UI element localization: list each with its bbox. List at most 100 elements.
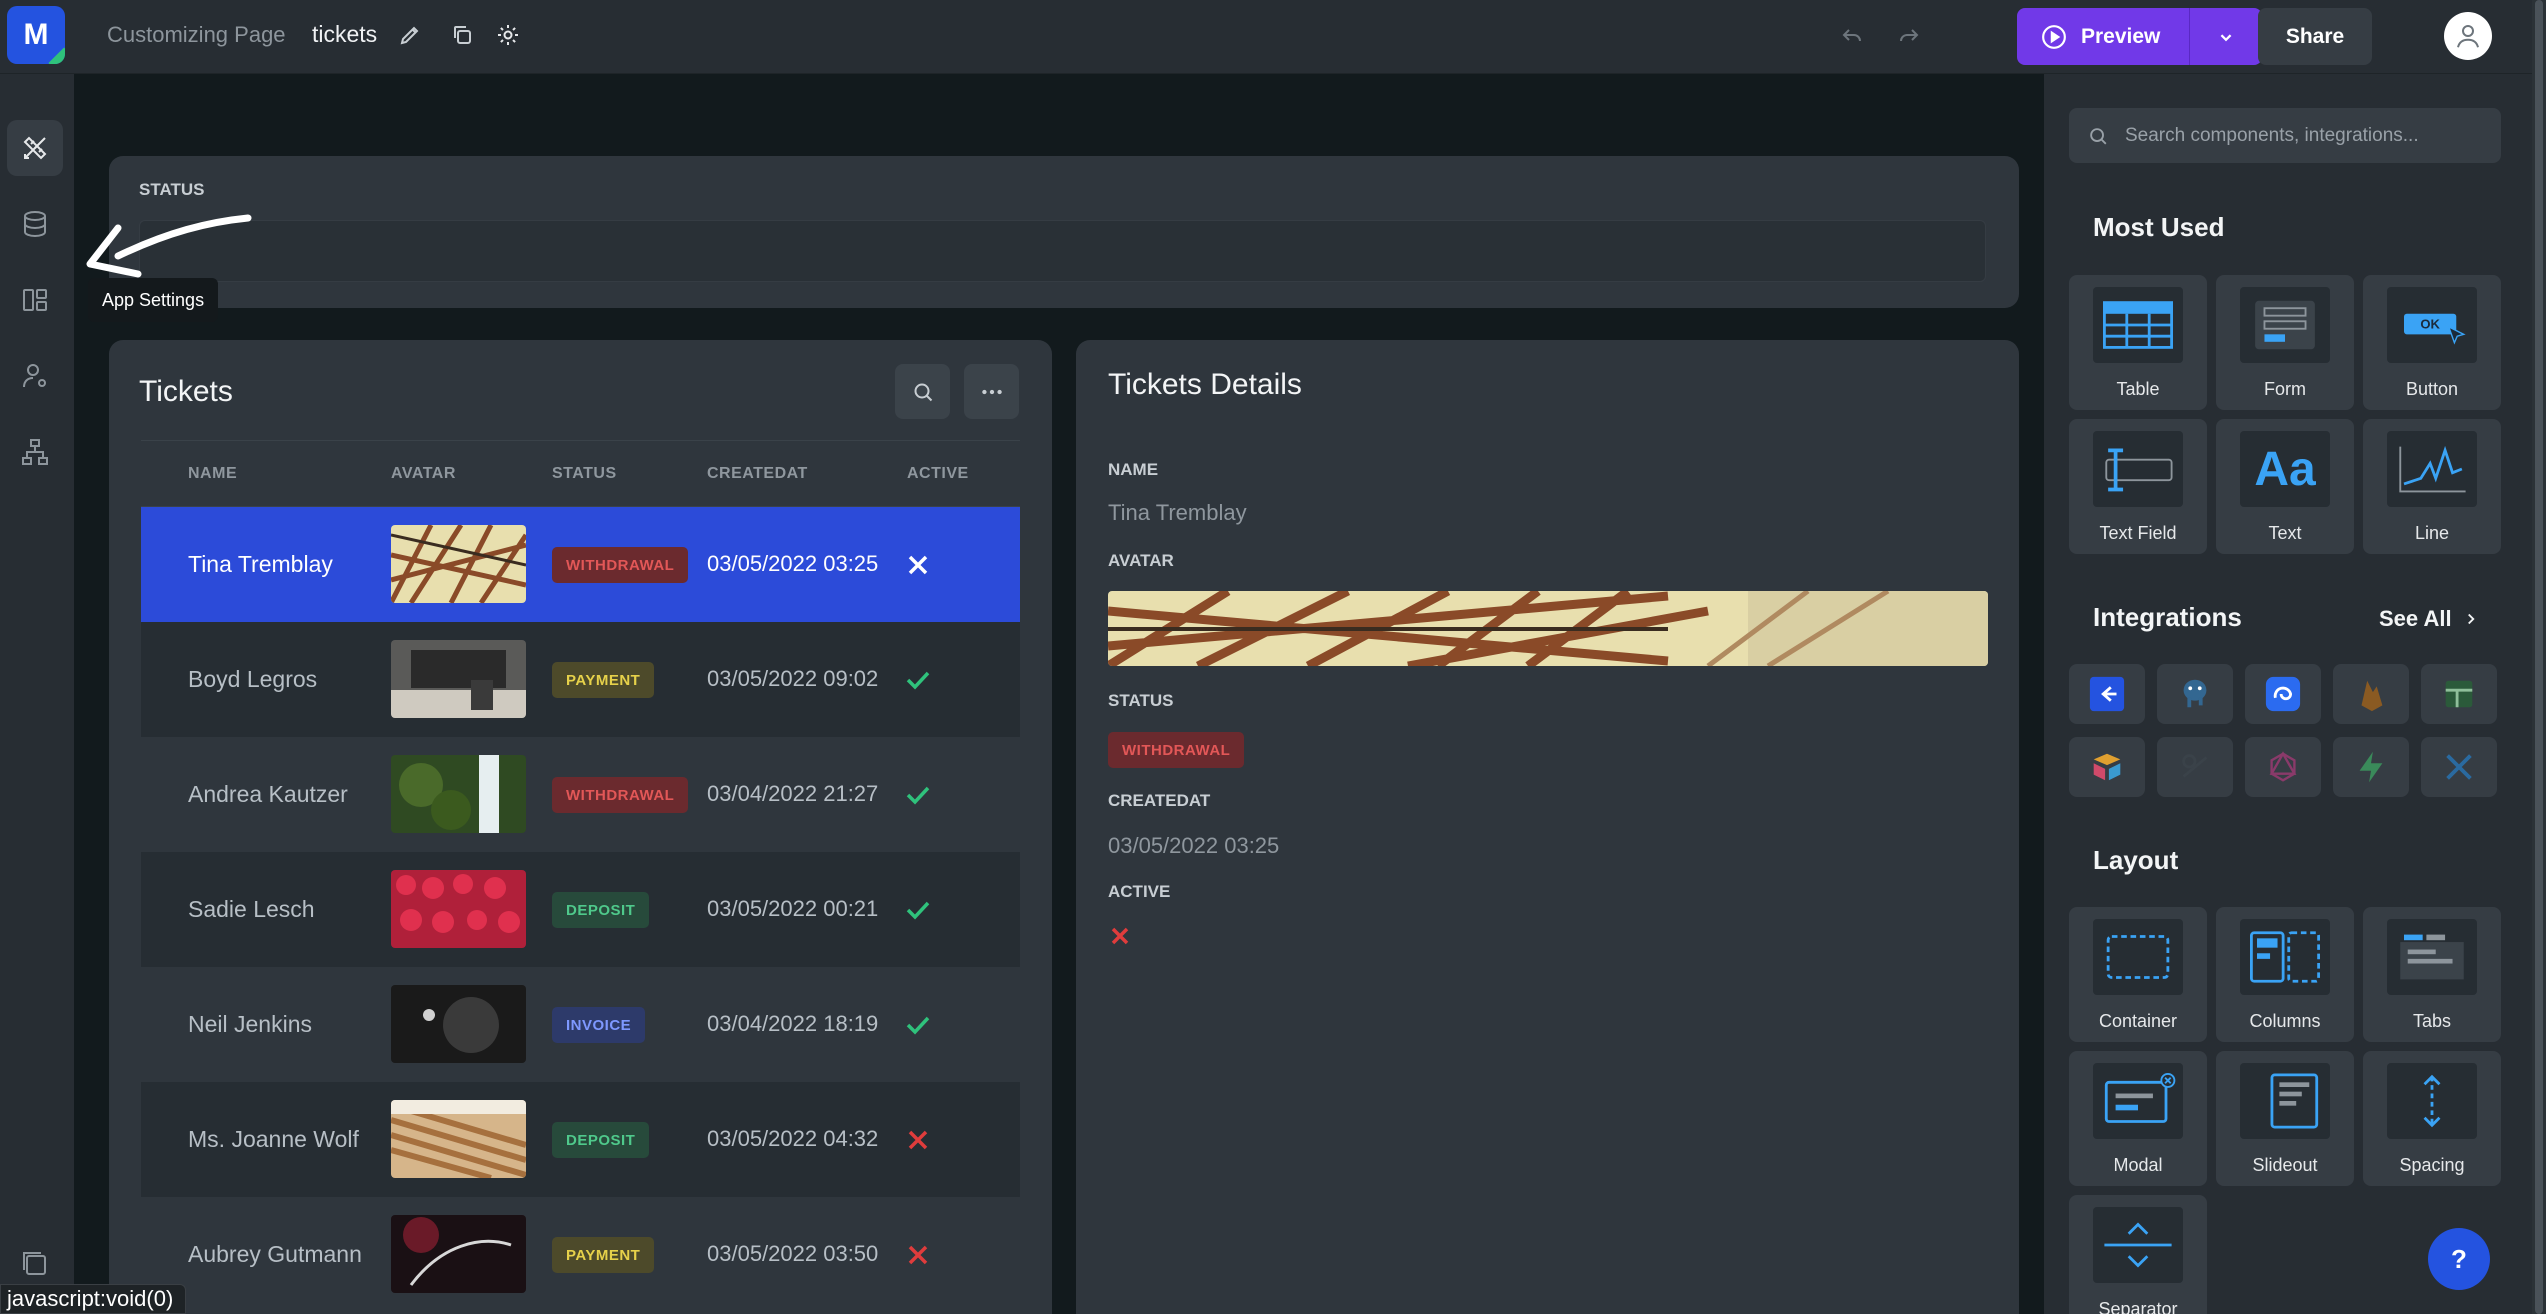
container-icon (2093, 919, 2183, 995)
table-row[interactable]: Neil Jenkins INVOICE 03/04/2022 18:19 (141, 967, 1020, 1082)
component-search[interactable] (2069, 108, 2501, 163)
preview-dropdown-button[interactable] (2190, 8, 2262, 65)
nav-app-settings-button[interactable] (7, 272, 63, 328)
integration-xray[interactable] (2421, 737, 2497, 797)
firebase-icon (2361, 680, 2383, 712)
play-circle-icon (2042, 24, 2066, 49)
details-avatar-image (1108, 591, 1988, 666)
cell-name: Sadie Lesch (188, 896, 315, 922)
component-label: Spacing (2399, 1155, 2465, 1175)
component-columns[interactable]: Columns (2216, 907, 2354, 1042)
user-avatar[interactable] (2444, 12, 2492, 60)
integration-graphql-alt[interactable] (2245, 737, 2321, 797)
status-filter-input[interactable] (139, 220, 1986, 282)
component-separator[interactable]: Separator (2069, 1195, 2207, 1314)
undo-icon[interactable] (1837, 20, 1867, 50)
table-header: NAME AVATAR STATUS CREATEDAT ACTIVE (141, 441, 1020, 507)
preview-button[interactable]: Preview (2017, 8, 2189, 65)
details-status-label: STATUS (1108, 691, 1174, 710)
cell-name: Boyd Legros (188, 666, 318, 692)
table-row[interactable]: Sadie Lesch DEPOSIT 03/05/2022 00:21 (141, 852, 1020, 967)
component-slideout[interactable]: Slideout (2216, 1051, 2354, 1186)
component-container[interactable]: Container (2069, 907, 2207, 1042)
sheets-icon (2445, 680, 2473, 708)
tickets-title: Tickets (139, 375, 233, 408)
button-preview-text: OK (2420, 317, 2440, 332)
redo-icon[interactable] (1894, 20, 1924, 50)
integration-postgresql[interactable] (2157, 664, 2233, 724)
component-label: Modal (2113, 1155, 2163, 1175)
column-header-active[interactable]: ACTIVE (907, 465, 969, 483)
integration-firebase[interactable] (2333, 664, 2409, 724)
table-row[interactable]: Ms. Joanne Wolf DEPOSIT 03/05/2022 04:32 (141, 1082, 1020, 1197)
chevron-down-icon (2220, 33, 2232, 41)
integration-graphql[interactable] (2245, 664, 2321, 724)
nav-users-button[interactable] (7, 348, 63, 404)
integration-sheets[interactable] (2421, 664, 2497, 724)
nav-pages-button[interactable] (7, 1244, 63, 1284)
pencil-icon[interactable] (395, 20, 425, 50)
rest-api-icon (2089, 676, 2125, 712)
integrations-title: Integrations (2093, 602, 2242, 632)
component-table[interactable]: Table (2069, 275, 2207, 410)
integration-supabase[interactable] (2333, 737, 2409, 797)
table-more-button[interactable] (964, 364, 1019, 419)
component-spacing[interactable]: Spacing (2363, 1051, 2501, 1186)
nav-design-button[interactable] (7, 120, 63, 176)
more-horizontal-icon (981, 389, 1002, 394)
avatar-image (391, 1215, 526, 1293)
component-label: Button (2405, 379, 2459, 399)
avatar-image (391, 870, 526, 948)
status-filter-label: STATUS (139, 180, 205, 199)
integration-mongodb[interactable] (2157, 737, 2233, 797)
share-button[interactable]: Share (2258, 8, 2372, 65)
breadcrumb[interactable]: Customizing Page (107, 22, 286, 48)
help-button[interactable]: ? (2428, 1228, 2490, 1290)
duplicate-icon[interactable] (447, 20, 477, 50)
component-search-input[interactable] (2125, 124, 2495, 147)
cell-date: 03/05/2022 03:25 (707, 551, 879, 576)
component-label: Line (2414, 523, 2450, 543)
page-title[interactable]: tickets (312, 21, 377, 48)
user-icon (2457, 25, 2479, 48)
component-tabs[interactable]: Tabs (2363, 907, 2501, 1042)
component-text-field[interactable]: Text Field (2069, 419, 2207, 554)
design-tools-icon (23, 136, 47, 160)
column-header-name[interactable]: NAME (188, 465, 237, 483)
integration-airtable[interactable] (2069, 737, 2145, 797)
active-check-icon (904, 781, 932, 809)
table-row[interactable]: Boyd Legros PAYMENT 03/05/2022 09:02 (141, 622, 1020, 737)
integration-rest-api[interactable] (2069, 664, 2145, 724)
column-header-createdat[interactable]: CREATEDAT (707, 465, 808, 483)
swirl-icon (2265, 676, 2301, 712)
avatar-image (391, 525, 526, 603)
component-button[interactable]: OK Button (2363, 275, 2501, 410)
column-header-status[interactable]: STATUS (552, 465, 617, 483)
table-row[interactable]: Aubrey Gutmann PAYMENT 03/05/2022 03:50 (141, 1197, 1020, 1312)
nav-data-button[interactable] (7, 196, 63, 252)
details-createdat-label: CREATEDAT (1108, 791, 1211, 810)
text-preview-text: Aa (2254, 442, 2316, 496)
nav-hierarchy-button[interactable] (7, 424, 63, 480)
component-form[interactable]: Form (2216, 275, 2354, 410)
cell-date: 03/04/2022 21:27 (707, 781, 879, 806)
component-line[interactable]: Line (2363, 419, 2501, 554)
search-icon (2090, 127, 2107, 144)
table-row[interactable]: Tina Tremblay WITHDRAWAL 03/05/2022 03:2… (141, 507, 1020, 622)
panel-scrollbar[interactable] (2532, 0, 2546, 1314)
component-text[interactable]: Aa Text (2216, 419, 2354, 554)
search-icon (914, 383, 932, 401)
table-row[interactable]: Andrea Kautzer WITHDRAWAL 03/04/2022 21:… (141, 737, 1020, 852)
column-header-avatar[interactable]: AVATAR (391, 465, 456, 483)
gear-icon[interactable] (493, 20, 523, 50)
status-badge: PAYMENT (552, 1237, 655, 1273)
see-all-link[interactable]: See All (2379, 606, 2480, 632)
component-modal[interactable]: Modal (2069, 1051, 2207, 1186)
table-search-button[interactable] (895, 364, 950, 419)
status-badge: PAYMENT (552, 662, 655, 698)
scrollbar-thumb[interactable] (2535, 0, 2543, 1314)
postgresql-icon (2183, 679, 2207, 708)
cell-date: 03/05/2022 00:21 (707, 896, 879, 921)
table-icon (2093, 287, 2183, 363)
app-logo[interactable]: M (7, 6, 65, 64)
